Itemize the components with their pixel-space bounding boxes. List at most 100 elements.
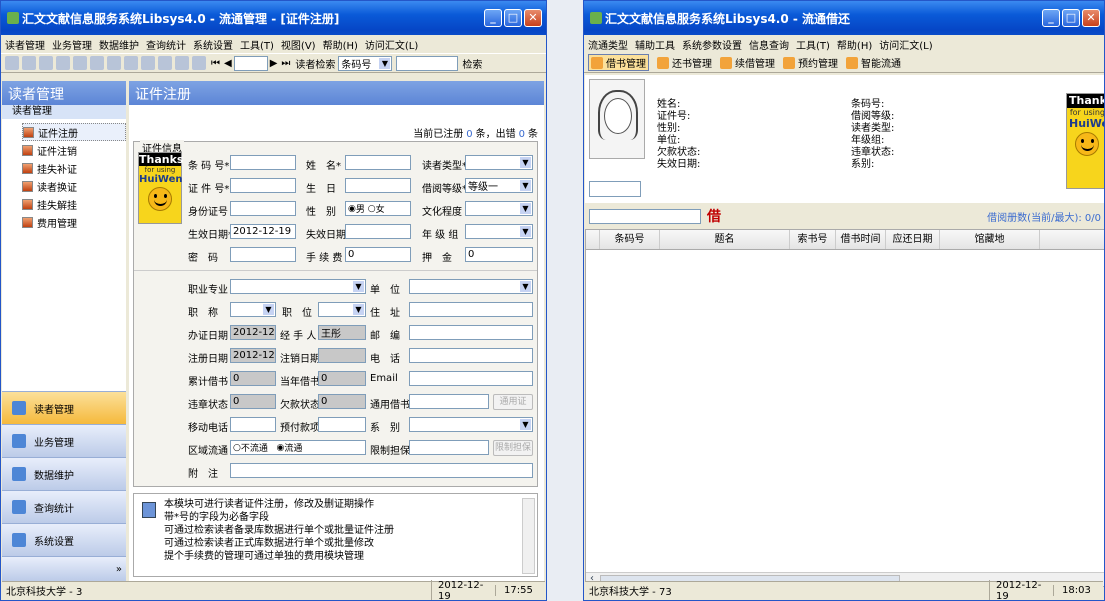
close-button[interactable]: ✕ bbox=[1082, 9, 1100, 27]
maximize-button[interactable]: □ bbox=[504, 9, 522, 27]
menu-business[interactable]: 业务管理 bbox=[52, 37, 92, 52]
tool-borrow[interactable]: 借书管理 bbox=[588, 54, 649, 71]
address-input[interactable] bbox=[409, 302, 533, 317]
nav-reader[interactable]: 读者管理 bbox=[2, 391, 126, 424]
nav-more[interactable]: » bbox=[2, 556, 126, 581]
id-card-input[interactable] bbox=[230, 201, 296, 216]
tool-renew[interactable]: 续借管理 bbox=[720, 55, 775, 70]
record-position[interactable] bbox=[233, 55, 268, 71]
grade-select[interactable]: ▼ bbox=[465, 224, 533, 239]
nav-query[interactable]: 查询统计 bbox=[2, 490, 126, 523]
tree-item-renew-card[interactable]: 读者换证 bbox=[22, 177, 126, 195]
position-select[interactable]: ▼ bbox=[318, 302, 366, 317]
col-title[interactable]: 题名 bbox=[660, 230, 790, 249]
title-select[interactable]: ▼ bbox=[230, 302, 276, 317]
query-icon[interactable] bbox=[124, 56, 138, 70]
password-input[interactable] bbox=[230, 247, 296, 262]
col-callno[interactable]: 索书号 bbox=[790, 230, 836, 249]
edit-icon[interactable] bbox=[22, 56, 36, 70]
menu-tools[interactable]: 工具(T) bbox=[796, 37, 830, 52]
gender-female-radio[interactable]: ○ bbox=[368, 204, 376, 214]
col-borrow-time[interactable]: 借书时间 bbox=[836, 230, 886, 249]
barcode-input[interactable] bbox=[589, 208, 701, 224]
limited-input[interactable] bbox=[409, 440, 489, 455]
menu-data[interactable]: 数据维护 bbox=[99, 37, 139, 52]
tree-item-unlock[interactable]: 挂失解挂 bbox=[22, 195, 126, 213]
tool-reserve[interactable]: 预约管理 bbox=[783, 55, 838, 70]
menu-sys-params[interactable]: 系统参数设置 bbox=[682, 37, 742, 52]
menu-visit[interactable]: 访问汇文(L) bbox=[365, 37, 418, 52]
barcode-input[interactable] bbox=[230, 155, 296, 170]
refresh-icon[interactable] bbox=[158, 56, 172, 70]
general-card-button[interactable]: 通用证 bbox=[493, 394, 533, 410]
expire-date-input[interactable] bbox=[345, 224, 411, 239]
valid-date-input[interactable]: 2012-12-19 bbox=[230, 224, 296, 239]
region-no-radio[interactable]: ○ bbox=[233, 443, 241, 453]
tree-item-register[interactable]: 证件注册 bbox=[22, 123, 126, 141]
col-barcode[interactable]: 条码号 bbox=[600, 230, 660, 249]
first-record-icon[interactable]: ⏮ bbox=[211, 58, 220, 69]
nav-data[interactable]: 数据维护 bbox=[2, 457, 126, 490]
region-yes-radio[interactable]: ◉ bbox=[276, 443, 284, 453]
name-input[interactable] bbox=[345, 155, 411, 170]
reader-type-select[interactable]: ▼ bbox=[465, 155, 533, 170]
search-button[interactable]: 检索 bbox=[462, 56, 482, 71]
search-input[interactable] bbox=[396, 55, 459, 71]
nav-settings[interactable]: 系统设置 bbox=[2, 523, 126, 556]
menu-info-query[interactable]: 信息查询 bbox=[749, 37, 789, 52]
new-icon[interactable] bbox=[5, 56, 19, 70]
col-due-date[interactable]: 应还日期 bbox=[886, 230, 940, 249]
general-card-input[interactable] bbox=[409, 394, 489, 409]
borrow-level-select[interactable]: 等级一 ▼ bbox=[465, 178, 533, 193]
delete-icon[interactable] bbox=[56, 56, 70, 70]
birthday-input[interactable] bbox=[345, 178, 411, 193]
menu-visit[interactable]: 访问汇文(L) bbox=[879, 37, 932, 52]
menu-help[interactable]: 帮助(H) bbox=[837, 37, 872, 52]
col-location[interactable]: 馆藏地 bbox=[940, 230, 1040, 249]
limited-button[interactable]: 限制担保 bbox=[493, 440, 533, 456]
deposit-input[interactable]: 0 bbox=[465, 247, 533, 262]
menu-reader[interactable]: 读者管理 bbox=[5, 37, 45, 52]
fee-input[interactable]: 0 bbox=[345, 247, 411, 262]
close-button[interactable]: ✕ bbox=[524, 9, 542, 27]
menu-settings[interactable]: 系统设置 bbox=[193, 37, 233, 52]
menu-query[interactable]: 查询统计 bbox=[146, 37, 186, 52]
note-input[interactable] bbox=[230, 463, 533, 478]
dept-select[interactable]: ▼ bbox=[409, 417, 533, 432]
unit-select[interactable]: ▼ bbox=[409, 279, 533, 294]
tree-item-cancel[interactable]: 证件注销 bbox=[22, 141, 126, 159]
help-scrollbar[interactable] bbox=[522, 498, 535, 574]
mobile-input[interactable] bbox=[230, 417, 276, 432]
undo-icon[interactable] bbox=[90, 56, 104, 70]
tool-smart[interactable]: 智能流通 bbox=[846, 55, 901, 70]
email-input[interactable] bbox=[409, 371, 533, 386]
search-icon[interactable] bbox=[39, 56, 53, 70]
title-bar[interactable]: 汇文文献信息服务系统Libsys4.0 - 流通管理 - [证件注册] _ □ … bbox=[1, 1, 546, 35]
tree-item-fees[interactable]: 费用管理 bbox=[22, 213, 126, 231]
menu-tools[interactable]: 工具(T) bbox=[240, 37, 274, 52]
maximize-button[interactable]: □ bbox=[1062, 9, 1080, 27]
next-record-icon[interactable]: ▶ bbox=[270, 58, 278, 69]
chart-icon[interactable] bbox=[141, 56, 155, 70]
print-icon[interactable] bbox=[107, 56, 121, 70]
gender-male-radio[interactable]: ◉ bbox=[348, 204, 356, 214]
title-bar[interactable]: 汇文文献信息服务系统Libsys4.0 - 流通借还 _ □ ✕ bbox=[584, 1, 1104, 35]
menu-help[interactable]: 帮助(H) bbox=[323, 37, 358, 52]
minimize-button[interactable]: _ bbox=[484, 9, 502, 27]
tree-item-lost-replace[interactable]: 挂失补证 bbox=[22, 159, 126, 177]
minimize-button[interactable]: _ bbox=[1042, 9, 1060, 27]
photo-caption-input[interactable] bbox=[589, 181, 641, 197]
save-icon[interactable] bbox=[73, 56, 87, 70]
menu-circ-type[interactable]: 流通类型 bbox=[588, 37, 628, 52]
prepay-input[interactable] bbox=[318, 417, 366, 432]
postcode-input[interactable] bbox=[409, 325, 533, 340]
occupation-select[interactable]: ▼ bbox=[230, 279, 366, 294]
culture-select[interactable]: ▼ bbox=[465, 201, 533, 216]
exit-icon[interactable] bbox=[192, 56, 206, 70]
nav-business[interactable]: 业务管理 bbox=[2, 424, 126, 457]
search-field-select[interactable]: 条码号 ▼ bbox=[338, 55, 393, 71]
phone-input[interactable] bbox=[409, 348, 533, 363]
menu-view[interactable]: 视图(V) bbox=[281, 37, 316, 52]
cert-no-input[interactable] bbox=[230, 178, 296, 193]
export-icon[interactable] bbox=[175, 56, 189, 70]
